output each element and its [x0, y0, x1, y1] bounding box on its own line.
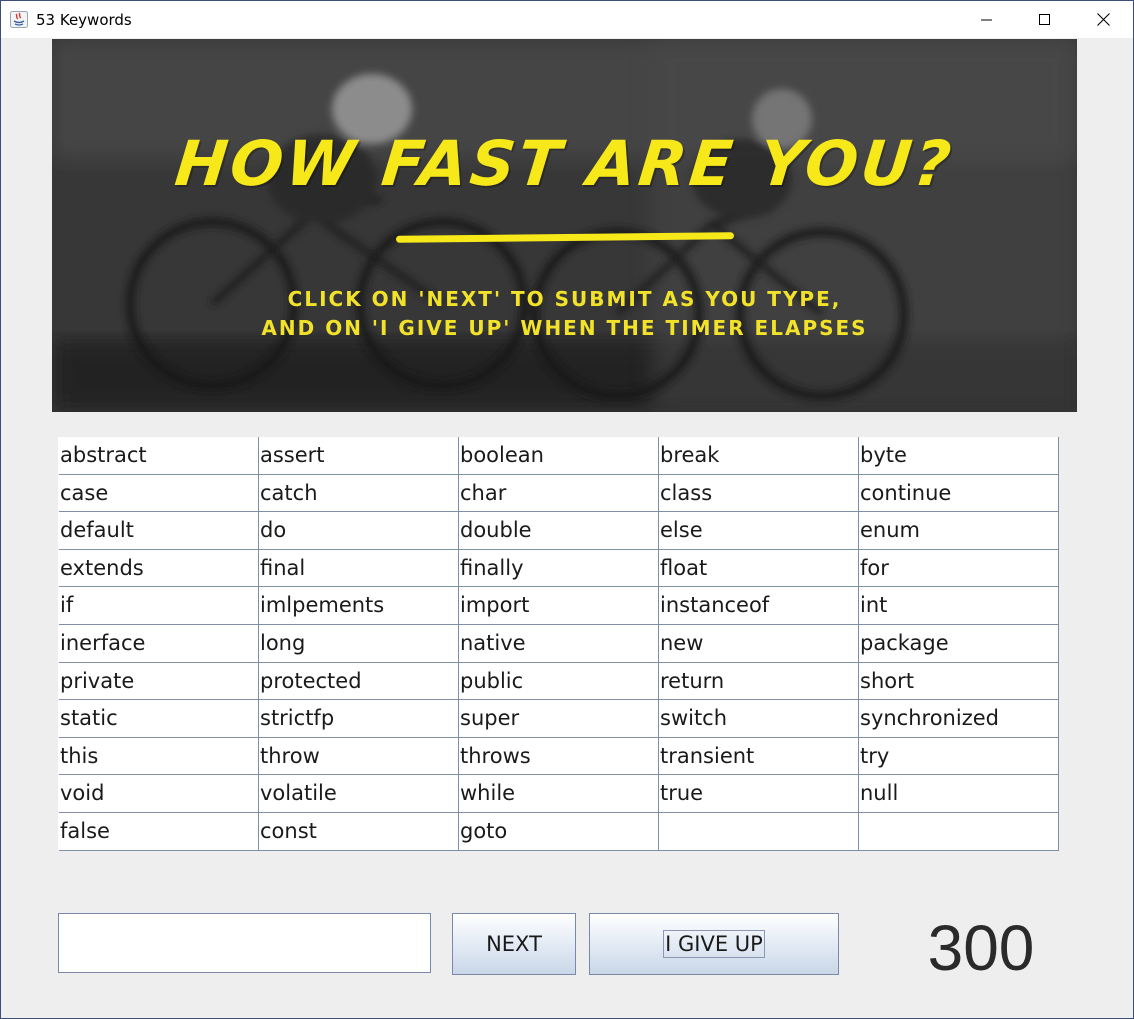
keyword-cell: if — [59, 587, 259, 625]
maximize-icon — [1039, 13, 1050, 25]
keyword-cell: byte — [859, 437, 1059, 475]
next-button[interactable]: NEXT — [452, 913, 576, 975]
keyword-cell: volatile — [259, 775, 459, 813]
keyword-cell — [659, 812, 859, 851]
keyword-cell: goto — [459, 812, 659, 851]
java-app-icon — [10, 11, 28, 28]
keyword-cell: const — [259, 812, 459, 851]
give-up-button[interactable]: I GIVE UP — [589, 913, 839, 975]
keyword-cell: do — [259, 512, 459, 550]
cyclists-background — [52, 39, 1077, 412]
keyword-cell: synchronized — [859, 700, 1059, 738]
keyword-cell: public — [459, 662, 659, 701]
keyword-cell: catch — [259, 474, 459, 513]
keyword-cell: instanceof — [659, 587, 859, 625]
countdown-timer: 300 — [927, 912, 1035, 984]
keyword-cell: else — [659, 512, 859, 550]
keyword-cell: static — [59, 700, 259, 738]
keyword-cell: class — [659, 474, 859, 513]
keyword-cell: native — [459, 624, 659, 663]
keyword-cell: default — [59, 512, 259, 550]
keyword-cell: private — [59, 662, 259, 701]
keyword-cell: null — [859, 775, 1059, 813]
banner-instruction-line2: AND ON 'I GIVE UP' WHEN THE TIMER ELAPSE… — [261, 316, 868, 340]
keyword-cell: enum — [859, 512, 1059, 550]
keyword-cell: new — [659, 624, 859, 663]
keyword-cell: super — [459, 700, 659, 738]
next-button-label: NEXT — [486, 932, 542, 956]
keyword-cell: imlpements — [259, 587, 459, 625]
keyword-cell: long — [259, 624, 459, 663]
keyword-cell: throw — [259, 737, 459, 776]
close-icon — [1096, 13, 1110, 26]
minimize-icon — [981, 19, 992, 20]
window-title: 53 Keywords — [36, 11, 132, 29]
banner-instruction-line1: CLICK ON 'NEXT' TO SUBMIT AS YOU TYPE, — [287, 287, 842, 311]
keyword-cell: final — [259, 549, 459, 588]
keyword-cell: extends — [59, 549, 259, 588]
keyword-cell: inerface — [59, 624, 259, 663]
keyword-cell: false — [59, 812, 259, 851]
title-bar[interactable]: 53 Keywords — [1, 1, 1133, 38]
keyword-cell: boolean — [459, 437, 659, 475]
keyword-cell: finally — [459, 549, 659, 588]
keyword-grid: abstract assert boolean break byte case catch c… — [58, 437, 1059, 851]
keyword-cell: while — [459, 775, 659, 813]
keyword-cell: assert — [259, 437, 459, 475]
keyword-cell: float — [659, 549, 859, 588]
close-button[interactable] — [1074, 1, 1132, 38]
answer-input[interactable] — [58, 913, 431, 973]
keyword-cell: import — [459, 587, 659, 625]
keyword-cell: throws — [459, 737, 659, 776]
minimize-button[interactable] — [958, 1, 1016, 38]
keyword-cell: int — [859, 587, 1059, 625]
keyword-cell: for — [859, 549, 1059, 588]
keyword-cell: break — [659, 437, 859, 475]
keyword-cell: package — [859, 624, 1059, 663]
banner-image: How fast are you? CLICK ON 'NEXT' TO SUB… — [52, 39, 1077, 412]
keyword-cell: char — [459, 474, 659, 513]
keyword-cell: return — [659, 662, 859, 701]
keyword-cell: short — [859, 662, 1059, 701]
keyword-cell: protected — [259, 662, 459, 701]
app-window: 53 Keywords HOW FAST ARE YOU? CLICK ON '… — [0, 0, 1134, 1019]
keyword-cell: try — [859, 737, 1059, 776]
keyword-cell: void — [59, 775, 259, 813]
maximize-button[interactable] — [1016, 1, 1074, 38]
content-area: How fast are you? CLICK ON 'NEXT' TO SUB… — [1, 38, 1133, 1018]
keyword-cell: abstract — [59, 437, 259, 475]
keyword-cell: this — [59, 737, 259, 776]
keyword-cell: continue — [859, 474, 1059, 513]
give-up-button-label: I GIVE UP — [663, 930, 765, 958]
keyword-cell: case — [59, 474, 259, 513]
keyword-cell — [859, 812, 1059, 851]
keyword-cell: switch — [659, 700, 859, 738]
banner-headline: How fast are you? — [171, 127, 958, 200]
keyword-cell: transient — [659, 737, 859, 776]
keyword-cell: true — [659, 775, 859, 813]
keyword-cell: double — [459, 512, 659, 550]
keyword-cell: strictfp — [259, 700, 459, 738]
